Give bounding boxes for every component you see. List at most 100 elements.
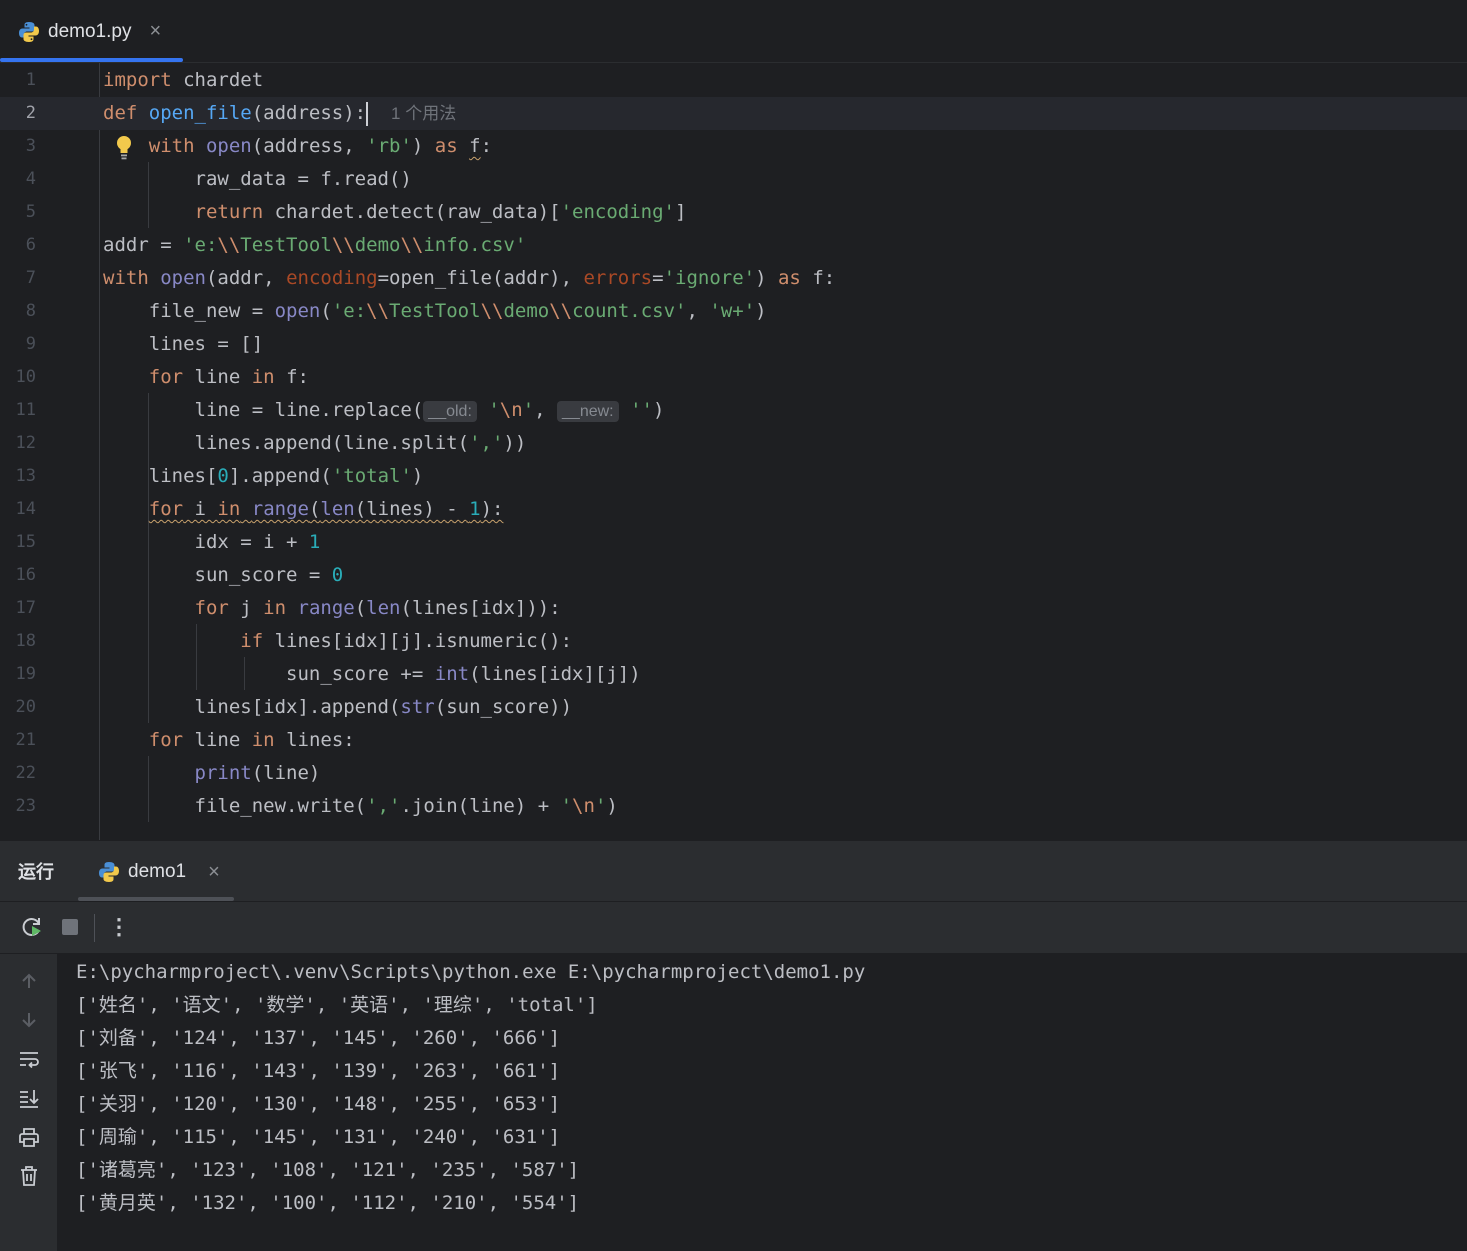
lightbulb-icon[interactable] [115, 135, 133, 161]
code-line: 8 file_new = open('e:\\TestTool\\demo\\c… [0, 295, 1467, 328]
code-line-current: 2 def open_file(address): 1 个用法 [0, 97, 1467, 130]
run-panel-title[interactable]: 运行 [18, 841, 54, 903]
scroll-up-button[interactable] [16, 968, 42, 994]
code-text: idx = i + 1 [194, 531, 321, 553]
line-number: 19 [15, 664, 36, 684]
scroll-to-end-icon [20, 1090, 39, 1108]
code-text: if lines[idx][j].isnumeric(): [240, 630, 573, 652]
line-number: 14 [15, 499, 36, 519]
line-number: 15 [15, 532, 36, 552]
code-text: file_new.write(','.join(line) + '\n') [194, 795, 618, 817]
stop-button[interactable] [57, 914, 83, 940]
code-line: 13 lines[0].append('total') [0, 460, 1467, 493]
code-line: 10 for line in f: [0, 361, 1467, 394]
run-panel-header: 运行 demo1 × [0, 840, 1467, 902]
code-text: lines[0].append('total') [148, 465, 424, 487]
line-number: 3 [25, 136, 36, 156]
scroll-to-end-button[interactable] [16, 1085, 42, 1111]
line-number: 17 [15, 598, 36, 618]
stop-icon [62, 919, 78, 935]
line-number: 2 [25, 103, 36, 123]
line-number: 21 [15, 730, 36, 750]
code-line: 5 return chardet.detect(raw_data)['encod… [0, 196, 1467, 229]
code-text: for i in range(len(lines) - 1): [103, 493, 504, 526]
code-line: 9 lines = [] [0, 328, 1467, 361]
code-text: addr = 'e:\\TestTool\\demo\\info.csv' [103, 234, 527, 256]
line-number: 6 [25, 235, 36, 255]
toolbar-separator [94, 914, 95, 942]
param-hint-new: __new: [557, 401, 619, 422]
console-line: ['刘备', '124', '137', '145', '260', '666'… [76, 1027, 561, 1049]
line-number: 16 [15, 565, 36, 585]
code-text: line = line.replace(__old: '\n', __new: … [194, 399, 665, 422]
soft-wrap-icon [20, 1052, 39, 1069]
code-text: for j in range(len(lines[idx])): [194, 597, 561, 619]
code-line: 17 for j in range(len(lines[idx])): [0, 592, 1467, 625]
line-number: 20 [15, 697, 36, 717]
console-line: E:\pycharmproject\.venv\Scripts\python.e… [76, 961, 866, 983]
line-number: 7 [25, 268, 36, 288]
code-line: 19 sun_score += int(lines[idx][j]) [0, 658, 1467, 691]
code-text: sun_score += int(lines[idx][j]) [286, 663, 641, 685]
trash-icon [21, 1166, 37, 1186]
arrow-down-icon [22, 1013, 36, 1028]
more-options-button[interactable]: ⋮ [106, 914, 132, 940]
python-icon [99, 862, 119, 882]
rerun-button[interactable] [19, 914, 45, 940]
text-caret [366, 101, 369, 126]
code-text: file_new = open('e:\\TestTool\\demo\\cou… [148, 300, 767, 322]
line-number: 23 [15, 796, 36, 816]
run-tab-demo1[interactable]: demo1 × [98, 841, 220, 903]
editor-tab-demo1[interactable]: demo1.py × [18, 0, 161, 63]
line-number: 11 [15, 400, 36, 420]
code-line: 20 lines[idx].append(str(sun_score)) [0, 691, 1467, 724]
code-text: lines[idx].append(str(sun_score)) [194, 696, 573, 718]
rerun-icon [22, 918, 41, 936]
code-line: 22 print(line) [0, 757, 1467, 790]
code-line: 18 if lines[idx][j].isnumeric(): [0, 625, 1467, 658]
line-number: 8 [25, 301, 36, 321]
editor-tab-label: demo1.py [48, 20, 132, 42]
console-output[interactable]: E:\pycharmproject\.venv\Scripts\python.e… [57, 954, 1467, 1251]
soft-wrap-button[interactable] [16, 1046, 42, 1072]
usage-hint[interactable]: 1 个用法 [391, 104, 456, 123]
code-line: 6 addr = 'e:\\TestTool\\demo\\info.csv' [0, 229, 1467, 262]
code-line: 3 with open(address, 'rb') as f: [0, 130, 1467, 163]
code-text: with open(addr, encoding=open_file(addr)… [103, 267, 836, 289]
line-number: 10 [15, 367, 36, 387]
code-line: 23 file_new.write(','.join(line) + '\n') [0, 790, 1467, 823]
close-icon[interactable]: × [208, 861, 220, 884]
run-toolbar: ⋮ [0, 902, 1467, 954]
print-icon [19, 1128, 39, 1147]
code-text: lines = [] [148, 333, 264, 355]
print-button[interactable] [16, 1124, 42, 1150]
code-text: with open(address, 'rb') as f: [148, 135, 493, 157]
code-line: 21 for line in lines: [0, 724, 1467, 757]
code-editor[interactable]: 1 import chardet 2 def open_file(address… [0, 63, 1467, 840]
line-number: 22 [15, 763, 36, 783]
code-line: 4 raw_data = f.read() [0, 163, 1467, 196]
line-number: 1 [25, 70, 36, 90]
console-line: ['黄月英', '132', '100', '112', '210', '554… [76, 1192, 580, 1214]
scroll-down-button[interactable] [16, 1007, 42, 1033]
arrow-up-icon [22, 973, 36, 988]
line-number: 5 [25, 202, 36, 222]
code-text: for line in lines: [148, 729, 355, 751]
run-tab-indicator [78, 897, 234, 901]
python-file-icon [19, 21, 39, 42]
code-text: import chardet [103, 69, 264, 91]
code-text: raw_data = f.read() [194, 168, 412, 190]
warning-underline[interactable]: for i in range(len(lines) - 1): [149, 498, 504, 520]
editor-tab-bar: demo1.py × [0, 0, 1467, 63]
close-icon[interactable]: × [149, 20, 161, 43]
code-text: for line in f: [148, 366, 309, 388]
active-tab-indicator [0, 58, 183, 62]
line-number: 9 [25, 334, 36, 354]
console-line: ['关羽', '120', '130', '148', '255', '653'… [76, 1093, 561, 1115]
code-line: 7 with open(addr, encoding=open_file(add… [0, 262, 1467, 295]
param-hint-old: __old: [423, 401, 477, 422]
code-text: print(line) [194, 762, 321, 784]
code-text: lines.append(line.split(',')) [194, 432, 527, 454]
clear-button[interactable] [16, 1163, 42, 1189]
code-text: def open_file(address): 1 个用法 [103, 101, 457, 126]
